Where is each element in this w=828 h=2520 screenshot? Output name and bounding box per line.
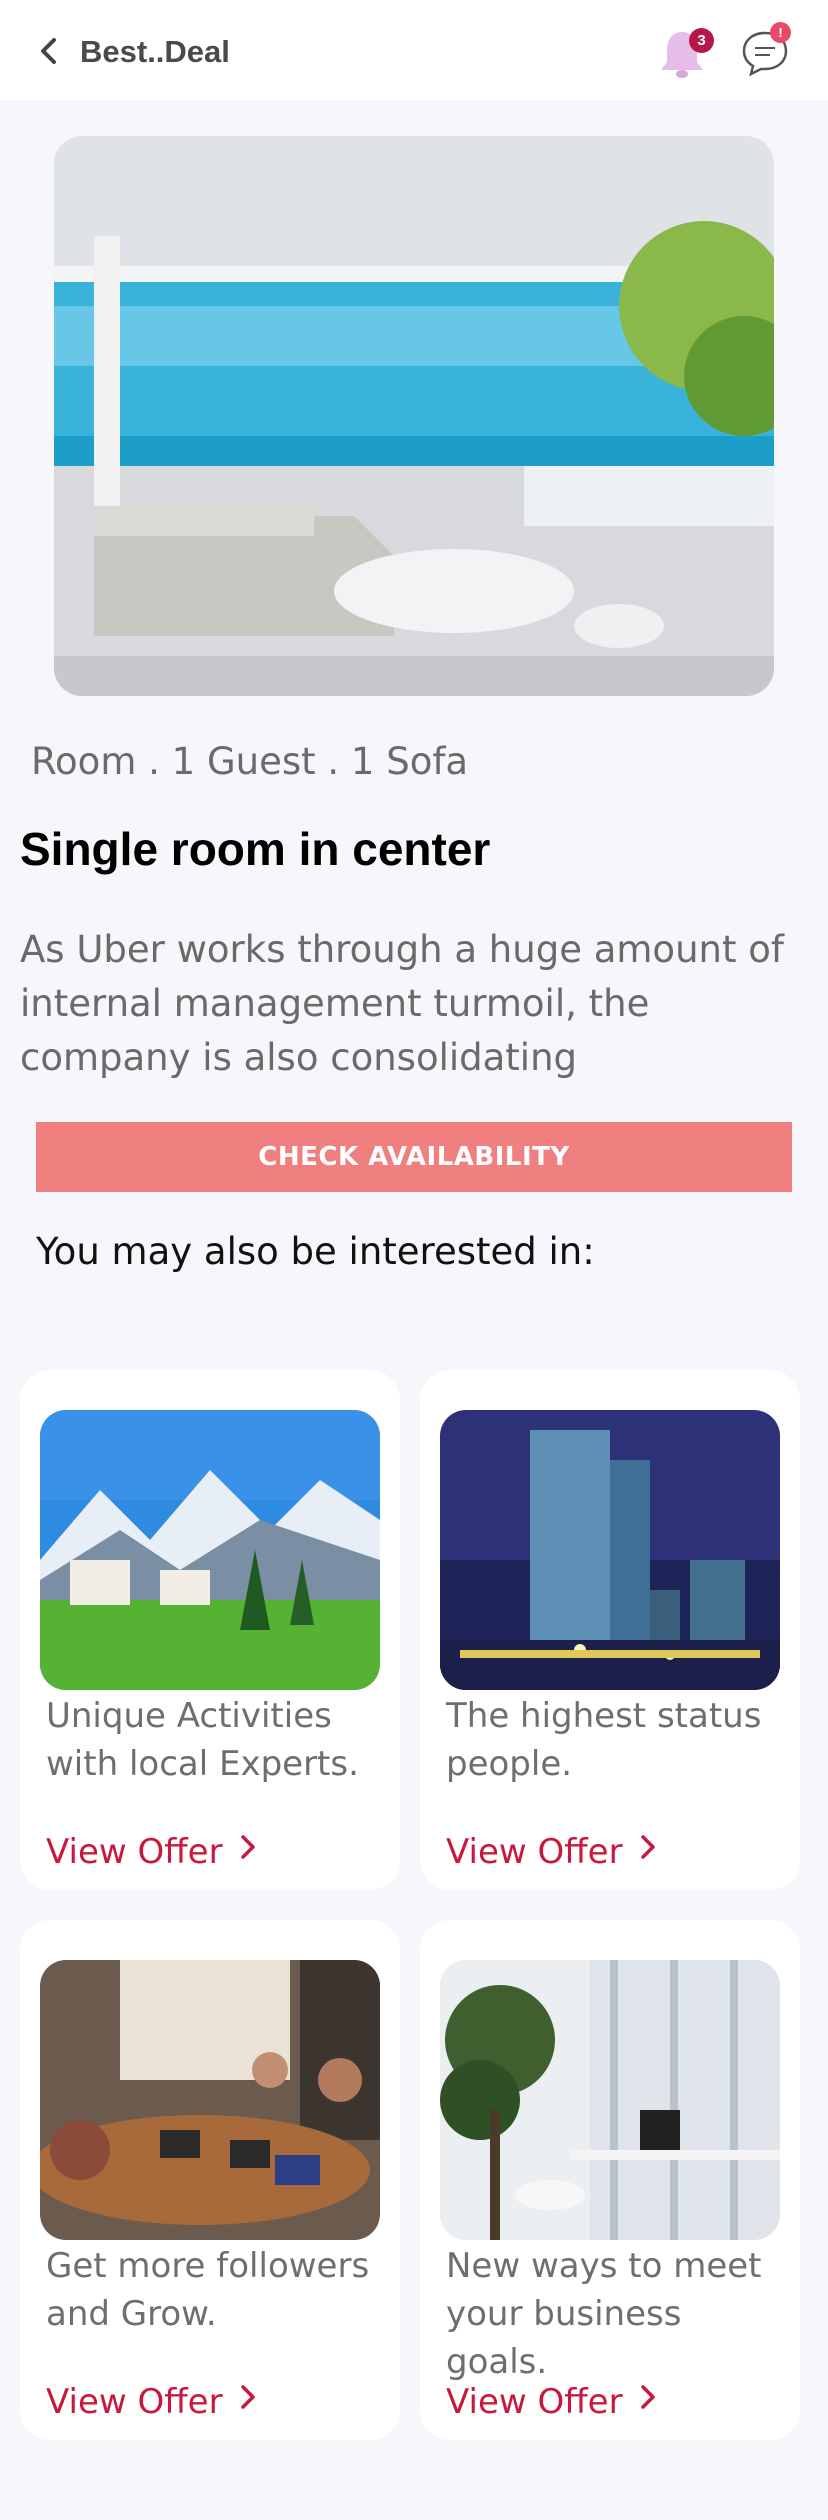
app-header: Best..Deal 3 !	[0, 0, 828, 100]
offer-text: New ways to meet your business goals.	[446, 2246, 762, 2382]
chevron-left-icon[interactable]	[36, 34, 60, 68]
offer-image-office	[440, 1960, 780, 2240]
view-offer-link[interactable]: View Offer	[46, 1832, 223, 1872]
offer-text: The highest status people.	[446, 1696, 762, 1784]
room-description: As Uber works through a huge amount of i…	[20, 928, 784, 1079]
view-offer-link[interactable]: View Offer	[446, 1832, 623, 1872]
offer-card[interactable]: Get more followers and Grow. View Offer	[20, 1920, 400, 2440]
view-offer-link[interactable]: View Offer	[46, 2382, 223, 2422]
room-meta: Room . 1 Guest . 1 Sofa	[31, 740, 469, 783]
chevron-right-icon[interactable]	[638, 1832, 658, 1862]
offer-text: Get more followers and Grow.	[46, 2246, 370, 2334]
check-availability-button[interactable]: CHECK AVAILABILITY	[36, 1122, 792, 1192]
room-title: Single room in center	[20, 823, 491, 875]
offer-card[interactable]: New ways to meet your business goals. Vi…	[420, 1920, 800, 2440]
offer-image-mountains	[40, 1410, 380, 1690]
room-hero-image	[54, 136, 774, 696]
offer-card[interactable]: The highest status people. View Offer	[420, 1370, 800, 1890]
app-title: Best..Deal	[80, 34, 230, 69]
chevron-right-icon[interactable]	[638, 2382, 658, 2412]
offer-image-skyscraper	[440, 1410, 780, 1690]
offer-card[interactable]: Unique Activities with local Experts. Vi…	[20, 1370, 400, 1890]
chat-badge: !	[770, 22, 791, 43]
chevron-right-icon[interactable]	[238, 2382, 258, 2412]
offer-image-meeting	[40, 1960, 380, 2240]
notification-badge: 3	[689, 28, 714, 53]
chevron-right-icon[interactable]	[238, 1832, 258, 1862]
offer-text: Unique Activities with local Experts.	[46, 1696, 359, 1784]
recommendations-heading: You may also be interested in:	[36, 1230, 595, 1273]
view-offer-link[interactable]: View Offer	[446, 2382, 623, 2422]
